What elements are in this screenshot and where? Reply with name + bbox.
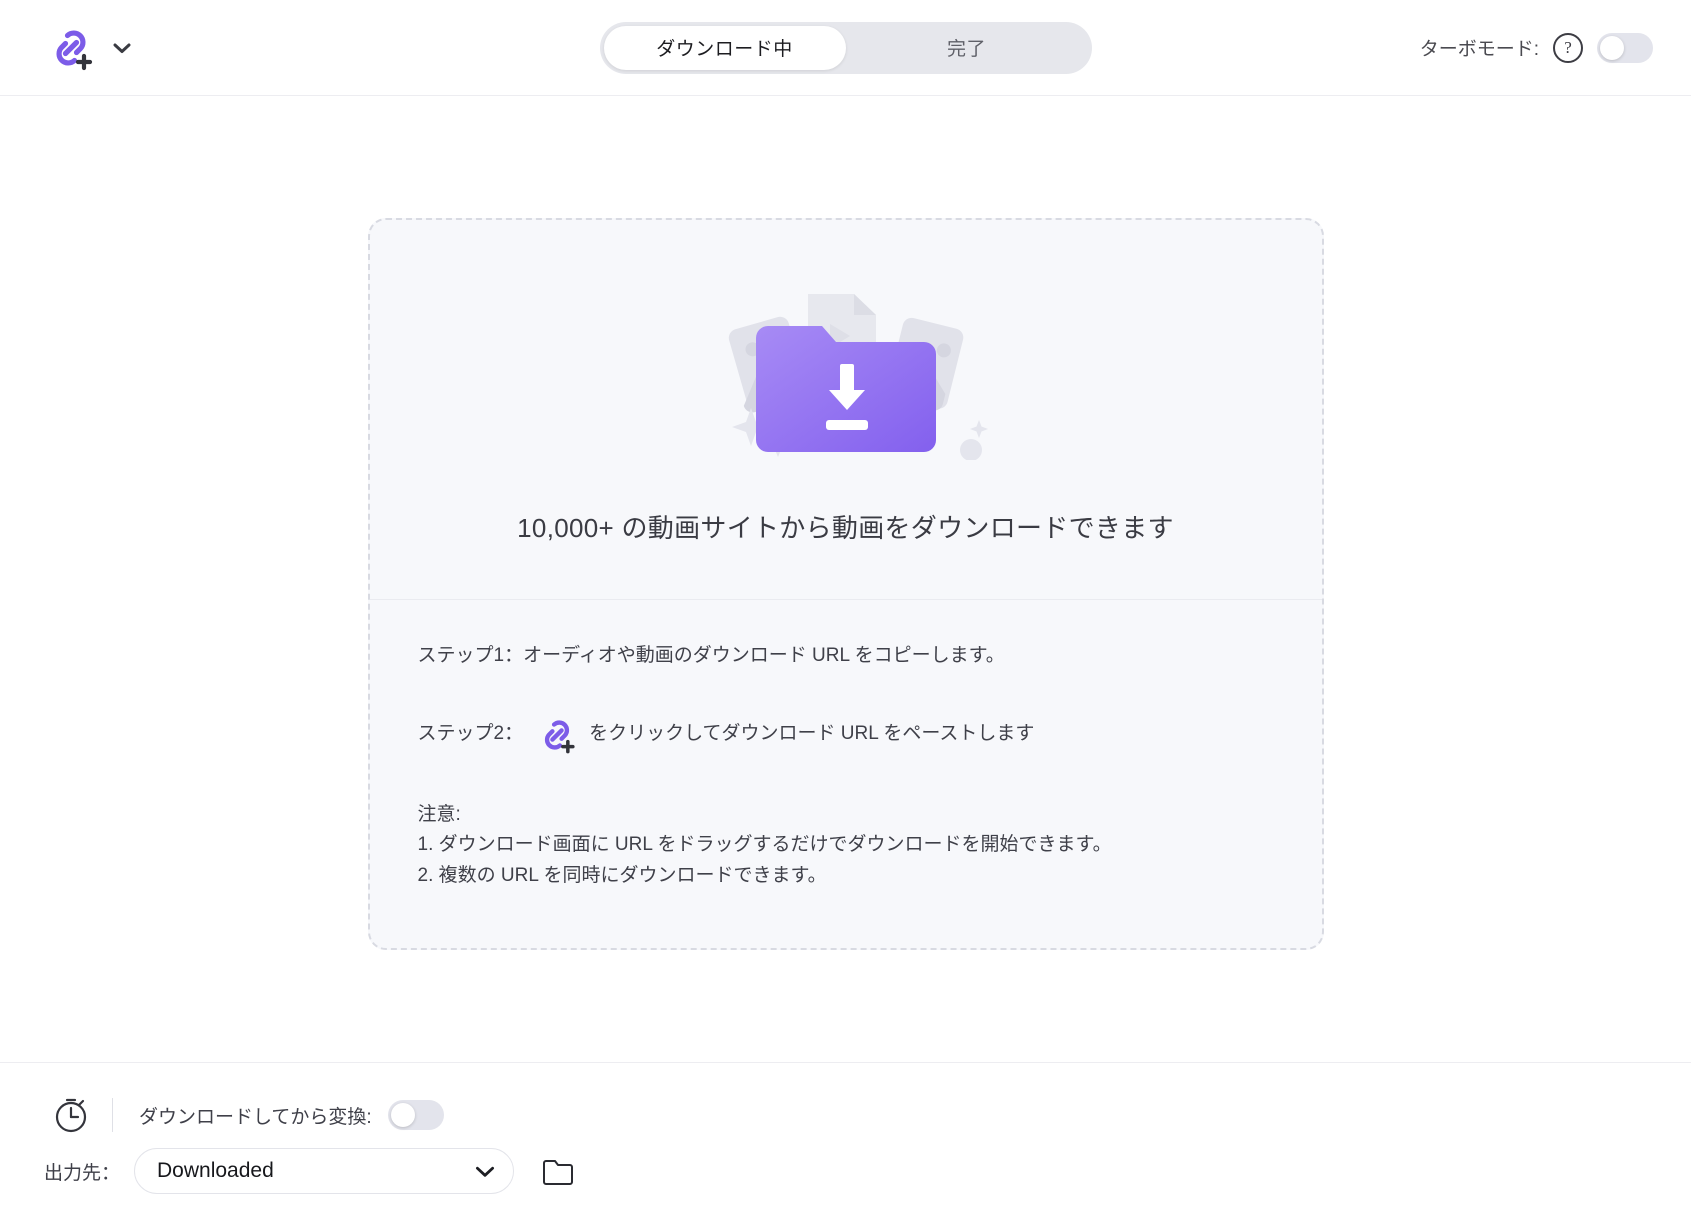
header-left-group [44,21,132,75]
stopwatch-icon [55,1098,87,1133]
add-url-logo-button[interactable] [44,21,98,75]
step-2-prefix: ステップ2： [417,722,524,744]
chevron-down-icon [113,43,131,53]
step-2: ステップ2： をクリックしてダウンロード URL をペーストします [418,714,1274,754]
header-right-group: ターボモード: ? [1419,32,1653,63]
turbo-mode-label: ターボモード: [1419,39,1539,60]
app-window: ダウンロード中 完了 ターボモード: ? 10,000+ の動画サイトから動画を… [0,0,1691,1229]
convert-after-download-toggle-knob [390,1103,415,1127]
step-2-link-plus-icon-wrap [537,715,577,755]
main-content: 10,000+ の動画サイトから動画をダウンロードできます ステップ1：オーディ… [0,96,1691,1062]
tab-completed[interactable]: 完了 [846,26,1088,70]
note-2: 2. 複数の URL を同時にダウンロードできます。 [417,865,827,887]
step-2-suffix: をクリックしてダウンロード URL をペーストします [589,722,1035,744]
convert-setting-row: ダウンロードしてから変換: [44,1087,1647,1143]
footer-divider [112,1098,113,1132]
app-footer: ダウンロードしてから変換: 出力先： Downloaded [0,1062,1691,1229]
hero-headline: 10,000+ の動画サイトから動画をダウンロードできます [517,513,1174,543]
purple-folder-icon [755,326,936,452]
url-drop-zone[interactable]: 10,000+ の動画サイトから動画をダウンロードできます ステップ1：オーディ… [367,218,1324,950]
tab-downloading[interactable]: ダウンロード中 [603,25,846,70]
output-path-value: Downloaded [157,1159,274,1182]
logo-dropdown-button[interactable] [112,38,132,58]
notes-block: 注意: 1. ダウンロード画面に URL をドラッグするだけでダウンロードを開始… [418,800,1274,892]
note-1: 1. ダウンロード画面に URL をドラッグするだけでダウンロードを開始できます… [417,834,1112,856]
turbo-mode-toggle-knob [1600,35,1624,60]
turbo-mode-toggle[interactable] [1597,32,1653,63]
output-path-select[interactable]: Downloaded [134,1148,515,1194]
drop-zone-instructions: ステップ1：オーディオや動画のダウンロード URL をコピーします。 ステップ2… [370,600,1322,948]
download-folder-illustration [696,280,996,461]
browse-folder-button[interactable] [538,1151,578,1191]
folder-icon [543,1160,574,1185]
step-1: ステップ1：オーディオや動画のダウンロード URL をコピーします。 [418,642,1274,670]
app-header: ダウンロード中 完了 ターボモード: ? [0,0,1691,96]
link-plus-icon [544,719,575,753]
step-1-text: ステップ1：オーディオや動画のダウンロード URL をコピーします。 [417,645,1005,666]
output-path-label: 出力先： [44,1162,121,1184]
view-tabs: ダウンロード中 完了 [599,21,1092,74]
scheduler-button[interactable] [44,1094,98,1136]
link-plus-icon [56,29,93,70]
download-folder-illustration-svg [728,294,988,461]
chevron-down-icon [476,1166,495,1177]
notes-title: 注意: [417,803,461,825]
output-path-row: 出力先： Downloaded [44,1143,1647,1199]
convert-after-download-label: ダウンロードしてから変換: [139,1106,372,1128]
convert-after-download-toggle[interactable] [387,1100,444,1130]
drop-zone-hero: 10,000+ の動画サイトから動画をダウンロードできます [369,220,1322,600]
help-icon[interactable]: ? [1553,32,1583,63]
